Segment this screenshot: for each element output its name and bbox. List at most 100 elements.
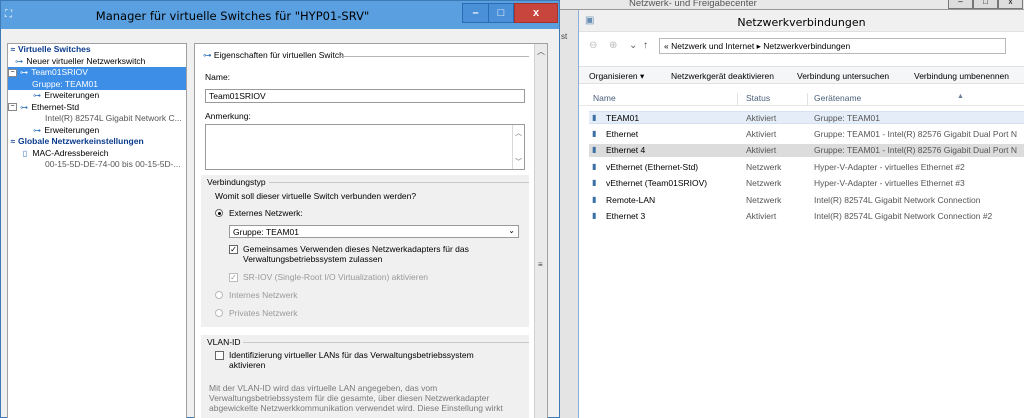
table-row[interactable]: ▮ vEthernet (Ethernet-Std) Netzwerk Hype… bbox=[589, 161, 1024, 174]
breadcrumb[interactable]: « Netzwerk und Internet ▸ Netzwerkverbin… bbox=[664, 41, 850, 51]
table-row[interactable]: ▮ Ethernet 4 Aktiviert Gruppe: TEAM01 - … bbox=[589, 144, 1024, 157]
chevron-down-icon: ⌄ bbox=[508, 226, 515, 235]
external-network-radio[interactable] bbox=[215, 209, 223, 217]
command-bar: Organisieren ▾ Netzwerkgerät deaktiviere… bbox=[579, 66, 1024, 84]
tree-item-mac-range[interactable]: ▯ MAC-Adressbereich bbox=[8, 148, 186, 160]
sort-arrow-icon: ▲ bbox=[957, 93, 964, 100]
column-header-status[interactable]: Status bbox=[746, 93, 770, 103]
title-bar[interactable]: ⛶ Manager für virtuelle Switches für "HY… bbox=[1, 1, 559, 29]
table-row[interactable]: ▮ vEthernet (Team01SRIOV) Netzwerk Hyper… bbox=[589, 177, 1024, 190]
private-network-radio[interactable] bbox=[215, 309, 223, 317]
close-button[interactable]: x bbox=[998, 0, 1023, 9]
minimize-button[interactable]: – bbox=[948, 0, 973, 9]
collapse-toggle[interactable]: − bbox=[8, 103, 17, 112]
network-adapter-icon: ▮ bbox=[592, 162, 597, 171]
address-bar: ⊖ ⊕ ⌄ ↑ « Netzwerk und Internet ▸ Netzwe… bbox=[579, 36, 1024, 56]
scroll-up-icon[interactable]: ︿ bbox=[537, 46, 545, 57]
collapse-icon[interactable]: ≈ bbox=[8, 136, 18, 148]
tree-item-new-switch[interactable]: ⊶ Neuer virtueller Netzwerkswitch bbox=[8, 56, 186, 68]
table-row[interactable]: ▮ TEAM01 Aktiviert Gruppe: TEAM01 bbox=[589, 111, 1024, 124]
tree-item-ethernet-std[interactable]: − ⊶ Ethernet-Std bbox=[8, 102, 186, 114]
connection-type-group: Verbindungstyp Womit soll dieser virtuel… bbox=[201, 175, 529, 327]
tree-section-virtual-switches[interactable]: ≈ Virtuelle Switches bbox=[8, 44, 186, 56]
background-window-edge: st bbox=[560, 10, 578, 418]
share-adapter-label-line1[interactable]: Gemeinsames Verwenden dieses Netzwerkada… bbox=[243, 244, 469, 254]
minimize-button[interactable]: – bbox=[462, 3, 489, 23]
network-adapter-icon: ▯ bbox=[22, 148, 28, 158]
vlan-label-line2[interactable]: aktivieren bbox=[229, 360, 265, 370]
collapse-icon[interactable]: ≈ bbox=[8, 44, 18, 56]
note-textarea[interactable]: ︿ ﹀ bbox=[205, 124, 525, 170]
external-network-label[interactable]: Externes Netzwerk: bbox=[229, 208, 303, 218]
network-switch-icon: ⊶ bbox=[203, 50, 212, 60]
internal-network-radio[interactable] bbox=[215, 291, 223, 299]
table-row[interactable]: ▮ Ethernet Aktiviert Gruppe: TEAM01 - In… bbox=[589, 128, 1024, 141]
maximize-button[interactable]: □ bbox=[973, 0, 998, 9]
note-label: Anmerkung: bbox=[205, 111, 251, 121]
maximize-button[interactable]: □ bbox=[488, 3, 514, 23]
network-switch-icon: ⊶ bbox=[20, 102, 28, 112]
properties-title: Eigenschaften für virtuellen Switch bbox=[213, 50, 344, 60]
textarea-scrollbar[interactable]: ︿ ﹀ bbox=[512, 125, 524, 169]
table-row[interactable]: ▮ Remote-LAN Netzwerk Intel(R) 82574L Gi… bbox=[589, 194, 1024, 207]
tree-section-global-settings[interactable]: ≈ Globale Netzwerkeinstellungen bbox=[8, 136, 186, 148]
network-adapter-icon: ▮ bbox=[592, 145, 597, 154]
name-input[interactable] bbox=[205, 89, 525, 103]
navigation-tree: ≈ Virtuelle Switches ⊶ Neuer virtueller N… bbox=[7, 43, 187, 418]
tree-item-team01sriov[interactable]: − ⊶ Team01SRIOV bbox=[8, 67, 186, 79]
diagnose-connection-button[interactable]: Verbindung untersuchen bbox=[797, 71, 889, 81]
share-adapter-checkbox[interactable]: ✓ bbox=[229, 245, 238, 254]
address-box[interactable]: « Netzwerk und Internet ▸ Netzwerkverbin… bbox=[659, 38, 1006, 54]
extensions-icon: ⊶ bbox=[33, 125, 41, 135]
network-adapter-icon: ▮ bbox=[592, 129, 597, 138]
vlan-description-line1: Mit der VLAN-ID wird das virtuelle LAN a… bbox=[209, 383, 438, 393]
share-adapter-label-line2[interactable]: Verwaltungsbetriebssystem zulassen bbox=[243, 254, 382, 264]
properties-header: ⊶ Eigenschaften für virtuellen Switch bbox=[203, 50, 529, 62]
tree-item-extensions[interactable]: ⊶ Erweiterungen bbox=[8, 125, 186, 137]
properties-scrollbar[interactable]: ︿ ≡ bbox=[534, 44, 547, 418]
scroll-up-icon[interactable]: ︿ bbox=[515, 128, 522, 138]
vlan-id-group: VLAN-ID Identifizierung virtueller LANs … bbox=[201, 335, 529, 418]
column-header-device[interactable]: Gerätename bbox=[814, 93, 861, 103]
network-adapter-icon: ▮ bbox=[592, 178, 597, 187]
network-adapter-icon: ▮ bbox=[592, 113, 597, 122]
tree-item-team01sriov-subtitle[interactable]: Gruppe: TEAM01 bbox=[8, 78, 186, 90]
adapter-select[interactable]: Gruppe: TEAM01 ⌄ bbox=[229, 225, 519, 238]
clipped-text: st bbox=[561, 32, 568, 41]
internal-network-label[interactable]: Internes Netzwerk bbox=[229, 290, 298, 300]
vlan-description-line2: Verwaltungsbetriebssystem für die gesamt… bbox=[209, 393, 490, 403]
virtual-switch-manager-window: ⛶ Manager für virtuelle Switches für "HY… bbox=[0, 0, 560, 418]
vlan-checkbox[interactable] bbox=[215, 351, 224, 360]
rename-connection-button[interactable]: Verbindung umbenennen bbox=[914, 71, 1009, 81]
sriov-checkbox[interactable]: ✓ bbox=[229, 273, 238, 282]
column-header-name[interactable]: Name bbox=[593, 93, 616, 103]
connection-type-title: Verbindungstyp bbox=[207, 177, 266, 187]
column-headers: Name Status Gerätename ▲ bbox=[579, 92, 1024, 106]
tree-item-ethernet-std-subtitle[interactable]: Intel(R) 82574L Gigabit Network C... bbox=[8, 113, 186, 125]
network-connections-window: ▣ Netzwerkverbindungen ⊖ ⊕ ⌄ ↑ « Netzwer… bbox=[578, 10, 1024, 418]
close-button[interactable]: x bbox=[514, 3, 558, 23]
private-network-label[interactable]: Privates Netzwerk bbox=[229, 308, 298, 318]
scroll-grip-icon[interactable]: ≡ bbox=[538, 260, 543, 269]
network-switch-icon: ⊶ bbox=[20, 68, 28, 77]
collapse-toggle[interactable]: − bbox=[8, 68, 17, 77]
vlan-id-title: VLAN-ID bbox=[207, 337, 241, 347]
name-label: Name: bbox=[205, 72, 231, 82]
forward-icon[interactable]: ⊕ bbox=[609, 40, 617, 51]
tree-item-mac-range-subtitle[interactable]: 00-15-5D-DE-74-00 bis 00-15-5D-... bbox=[8, 159, 186, 171]
up-arrow-icon[interactable]: ↑ bbox=[643, 40, 648, 51]
title-bar[interactable]: ▣ Netzwerkverbindungen bbox=[579, 10, 1024, 32]
scroll-down-icon[interactable]: ﹀ bbox=[515, 157, 522, 167]
back-icon[interactable]: ⊖ bbox=[589, 40, 597, 51]
connection-question: Womit soll dieser virtuelle Switch verbu… bbox=[215, 191, 417, 201]
tree-item-extensions[interactable]: ⊶ Erweiterungen bbox=[8, 90, 186, 102]
sriov-label[interactable]: SR-IOV (Single-Root I/O Virtualization) … bbox=[243, 272, 428, 282]
window-title: Netzwerkverbindungen bbox=[737, 16, 866, 29]
chevron-down-icon[interactable]: ⌄ bbox=[629, 40, 637, 51]
switch-properties-pane: ⊶ Eigenschaften für virtuellen Switch Na… bbox=[194, 43, 548, 418]
extensions-icon: ⊶ bbox=[33, 91, 41, 100]
organize-menu[interactable]: Organisieren ▾ bbox=[589, 71, 644, 82]
deactivate-device-button[interactable]: Netzwerkgerät deaktivieren bbox=[671, 71, 774, 81]
table-row[interactable]: ▮ Ethernet 3 Aktiviert Intel(R) 82574L G… bbox=[589, 210, 1024, 223]
vlan-label-line1[interactable]: Identifizierung virtueller LANs für das … bbox=[229, 350, 474, 360]
